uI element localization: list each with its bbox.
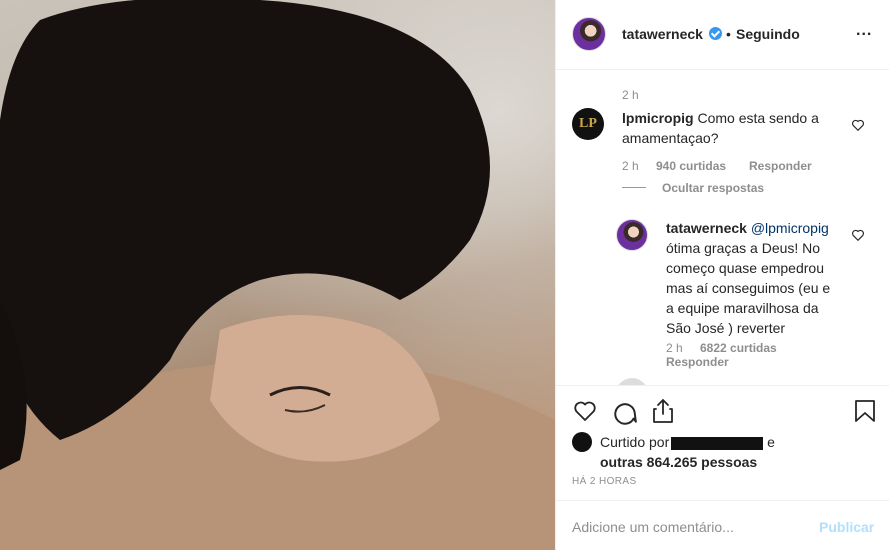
reply-username[interactable]: tatawerneck	[666, 220, 747, 236]
liker-avatar[interactable]	[572, 432, 592, 452]
reply-text-line2: começo quase empedrou	[666, 260, 824, 276]
comment-input[interactable]: Adicione um comentário...	[572, 519, 734, 535]
save-bookmark-icon[interactable]	[854, 399, 876, 423]
likes-summary[interactable]: Curtido por e outras 864.265 pessoas	[600, 432, 880, 472]
like-heart-icon[interactable]	[572, 399, 598, 423]
likes-count[interactable]: outras 864.265 pessoas	[600, 454, 757, 470]
comment-text-line1: Como esta sendo a	[697, 110, 819, 126]
likes-suffix: e	[767, 434, 775, 450]
comment-likes-count[interactable]: 940 curtidas	[656, 159, 726, 173]
reply-author-avatar[interactable]	[616, 219, 648, 251]
reply-text-line5: São José ) reverter	[666, 320, 786, 336]
hide-replies-button[interactable]: Ocultar respostas	[662, 181, 764, 195]
avatar-logo-text: LP	[579, 116, 597, 131]
more-options-icon[interactable]: ...	[856, 22, 872, 40]
comment-time: 2 h	[622, 159, 639, 173]
post-timestamp: HÁ 2 HORAS	[572, 476, 637, 487]
post-photo[interactable]	[0, 0, 555, 550]
reply-text-line3: mas aí conseguimos (eu e	[666, 280, 831, 296]
commenter-avatar[interactable]: LP	[572, 108, 604, 140]
post-sidebar: tatawerneck • Seguindo ... · 2 h LP lpmi…	[555, 0, 889, 550]
author-avatar[interactable]	[572, 17, 606, 51]
following-button[interactable]: Seguindo	[736, 26, 800, 42]
reply-text-line4: a equipe maravilhosa da	[666, 300, 819, 316]
separator-dot: •	[726, 26, 731, 42]
author-username[interactable]: tatawerneck	[622, 26, 703, 42]
verified-badge-icon	[709, 27, 722, 40]
add-comment-bar: Adicione um comentário... Publicar	[556, 500, 889, 550]
reply-body: tatawerneck @lpmicropig ótima graças a D…	[666, 218, 846, 338]
replies-divider-line	[622, 187, 646, 188]
reply-time: 2 h	[666, 341, 683, 355]
comment-time: 2 h	[622, 88, 639, 102]
comment-text-line2: amamentaçao?	[622, 130, 719, 146]
reply-likes-count[interactable]: 6822 curtidas	[700, 341, 777, 355]
next-comment-avatar[interactable]	[616, 378, 648, 385]
likes-prefix: Curtido por	[600, 434, 670, 450]
comment-username[interactable]: lpmicropig	[622, 110, 694, 126]
comment-bubble-icon[interactable]	[612, 399, 638, 425]
reply-mention-link[interactable]: @lpmicropig	[751, 220, 829, 236]
reply-like-heart-icon[interactable]	[851, 228, 865, 242]
publish-button[interactable]: Publicar	[819, 519, 874, 535]
comment-like-heart-icon[interactable]	[851, 118, 865, 132]
photo-illustration	[0, 0, 555, 550]
share-icon[interactable]	[651, 398, 675, 424]
previous-comment-tail: ·	[622, 70, 626, 72]
reply-button[interactable]: Responder	[749, 159, 812, 173]
comments-list[interactable]: · 2 h LP lpmicropig Como esta sendo a am…	[556, 70, 889, 385]
reply-reply-button[interactable]: Responder	[666, 355, 729, 369]
post-actions: Curtido por e outras 864.265 pessoas HÁ …	[556, 385, 889, 495]
post-header: tatawerneck • Seguindo ...	[556, 0, 889, 70]
reply-text-line1: ótima graças a Deus! No	[666, 240, 821, 256]
comment-body: lpmicropig Como esta sendo a amamentaçao…	[622, 108, 847, 148]
redacted-username	[671, 436, 764, 450]
